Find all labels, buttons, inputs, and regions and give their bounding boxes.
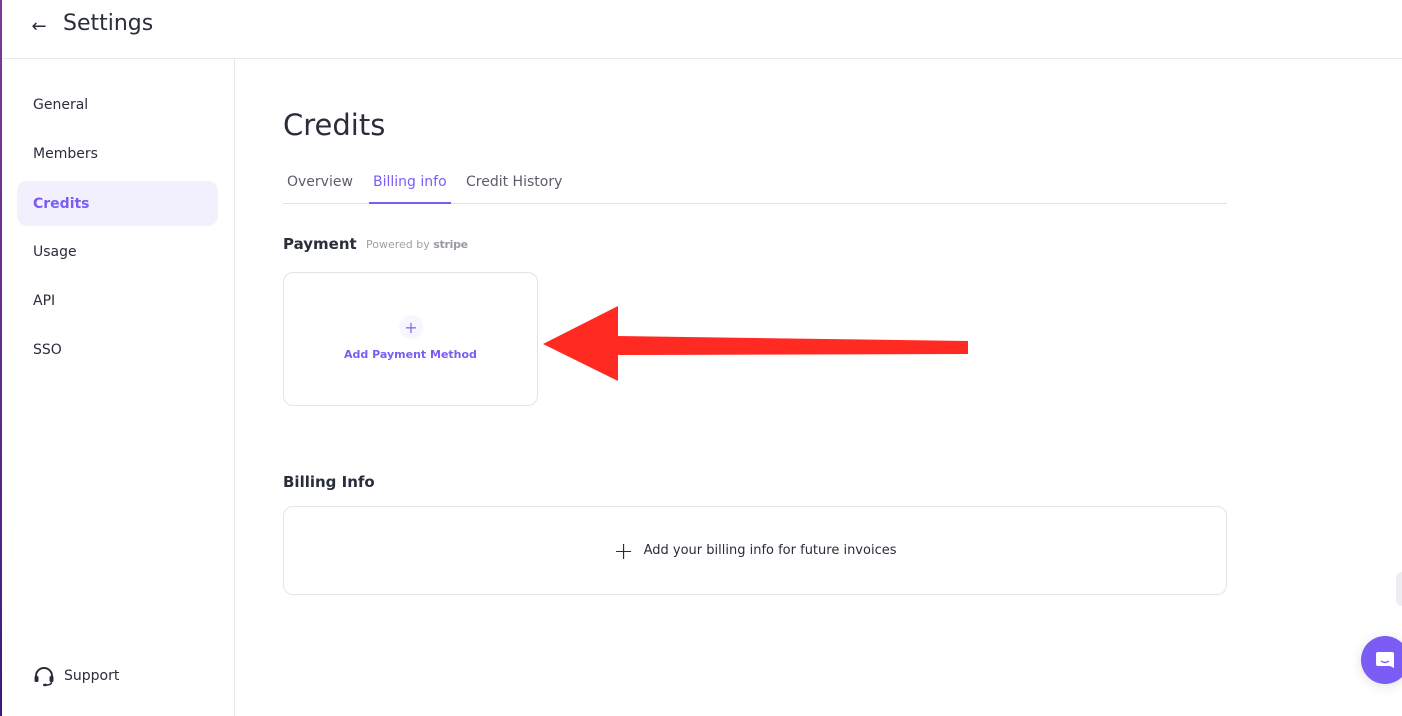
chat-icon xyxy=(1376,652,1394,668)
headset-icon xyxy=(34,667,54,687)
side-widget-tab xyxy=(1396,572,1402,606)
support-link[interactable]: Support xyxy=(32,664,119,688)
tab-overview[interactable]: Overview xyxy=(283,174,357,204)
arrow-left-icon: ← xyxy=(31,15,47,37)
sidebar-item-credits[interactable]: Credits xyxy=(17,181,218,226)
plus-icon: + xyxy=(399,315,423,339)
tab-bar: Overview Billing info Credit History xyxy=(283,169,1227,204)
page-header-title: Settings xyxy=(63,11,154,36)
add-billing-info-button[interactable]: + Add your billing info for future invoi… xyxy=(283,506,1227,595)
support-label: Support xyxy=(64,668,120,684)
sidebar-item-members[interactable]: Members xyxy=(17,131,218,176)
add-payment-method-button[interactable]: + Add Payment Method xyxy=(283,272,538,406)
arrow-shaft xyxy=(616,336,968,355)
sidebar-item-usage[interactable]: Usage xyxy=(17,229,218,274)
arrow-head xyxy=(543,306,618,381)
annotation-arrow xyxy=(543,306,968,381)
tab-billing-info[interactable]: Billing info xyxy=(369,174,451,204)
back-button[interactable]: ← xyxy=(28,14,50,38)
sidebar-item-sso[interactable]: SSO xyxy=(17,327,218,372)
payment-section-title: Payment xyxy=(283,235,357,253)
chat-widget-button[interactable] xyxy=(1361,636,1402,684)
billing-info-section-title: Billing Info xyxy=(283,473,375,491)
plus-icon: + xyxy=(613,536,634,565)
stripe-logo: stripe xyxy=(433,238,468,251)
tab-credit-history[interactable]: Credit History xyxy=(462,174,566,204)
add-billing-info-label: Add your billing info for future invoice… xyxy=(643,543,897,558)
sidebar-item-api[interactable]: API xyxy=(17,278,218,323)
page-title: Credits xyxy=(283,108,386,142)
powered-by-text: Powered by xyxy=(366,238,430,251)
powered-by-stripe: Powered by stripe xyxy=(366,238,468,251)
sidebar-item-general[interactable]: General xyxy=(17,82,218,127)
sidebar: General Members Credits Usage API SSO Su… xyxy=(2,59,235,716)
header: ← Settings xyxy=(2,0,1402,59)
add-payment-method-label: Add Payment Method xyxy=(344,348,477,361)
